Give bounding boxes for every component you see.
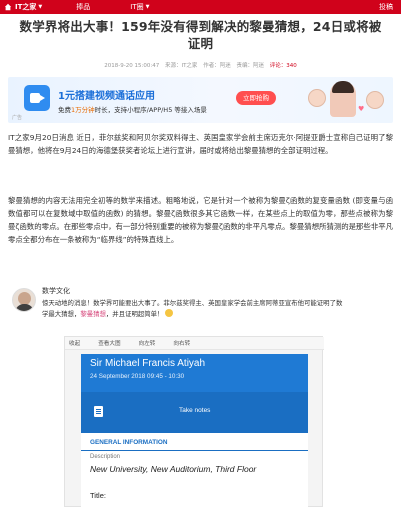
event-screenshot: 收起 查看大图 向左转 向右转 Sir Michael Francis Atiy… bbox=[64, 336, 324, 507]
emoji-icon bbox=[165, 308, 174, 317]
weibo-text: 惊天动地的消息！数学界可能要出大事了。菲尔兹奖得主、英国皇家学会前主席阿蒂亚宣布… bbox=[42, 298, 348, 319]
title-label: Title: bbox=[90, 491, 106, 500]
ad-title: 1元搭建视频通话应用 bbox=[58, 91, 155, 102]
collapse-button[interactable]: 收起 bbox=[69, 339, 80, 347]
ad-people-image: ♥ bbox=[308, 81, 393, 121]
publish-date: 2018-9-20 15:00:47 bbox=[104, 63, 160, 69]
ad-subtitle-highlight: 1万分钟 bbox=[71, 106, 95, 114]
site-name: IT之家 bbox=[15, 3, 37, 11]
submit-link[interactable]: 投稿 bbox=[379, 0, 393, 14]
image-toolbar: 收起 查看大图 向左转 向右转 bbox=[65, 337, 324, 350]
video-camera-icon bbox=[24, 85, 50, 111]
submit-label: 投稿 bbox=[379, 3, 393, 11]
embedded-weibo-post: 数学文化 惊天动地的消息！数学界可能要出大事了。菲尔兹奖得主、英国皇家学会前主席… bbox=[8, 280, 393, 507]
rotate-left-button[interactable]: 向左转 bbox=[139, 339, 156, 347]
home-icon bbox=[4, 3, 12, 11]
avatar bbox=[308, 89, 326, 107]
take-notes-bar[interactable]: Take notes bbox=[81, 392, 308, 433]
article-title: 数学界将出大事！159年没有得到解决的黎曼猜想，24日或将被证明 bbox=[19, 19, 382, 51]
nav-item-1[interactable]: IT圈 bbox=[130, 2, 143, 12]
rotate-right-button[interactable]: 向右转 bbox=[173, 339, 190, 347]
ad-tag: 广告 bbox=[12, 115, 23, 121]
article-paragraph-1: IT之家9月20日消息 近日，菲尔兹奖和阿贝尔奖双料得主、英国皇家学会前主席迈克… bbox=[8, 133, 393, 155]
notes-icon bbox=[94, 406, 103, 417]
article-author: 作者：阿迷 bbox=[203, 63, 231, 69]
section-heading: GENERAL INFORMATION bbox=[90, 439, 168, 446]
view-large-button[interactable]: 查看大图 bbox=[98, 339, 120, 347]
nav-item-0[interactable]: 捧品 bbox=[76, 2, 90, 12]
avatar bbox=[12, 288, 36, 312]
weibo-user-name: 数学文化 bbox=[42, 287, 70, 295]
comment-count[interactable]: 评论：340 bbox=[270, 63, 297, 69]
chevron-down-icon: ▼ bbox=[38, 4, 43, 10]
article-meta: 2018-9-20 15:00:47 来源：IT之家 作者：阿迷 责编：阿迷 评… bbox=[0, 61, 401, 69]
article-paragraph-2: 黎曼猜想的内容无法用完全初等的数学来描述。粗略地说，它是针对一个被称为黎曼ζ函数… bbox=[8, 196, 393, 244]
article-source: 来源：IT之家 bbox=[164, 63, 198, 69]
speaker-name: Sir Michael Francis Atiyah bbox=[90, 358, 206, 369]
avatar bbox=[366, 91, 384, 109]
chevron-down-icon: ▼ bbox=[145, 4, 150, 10]
site-logo[interactable]: IT之家 ▼ bbox=[0, 0, 46, 14]
event-time: 24 September 2018 09:45 - 10:30 bbox=[90, 373, 185, 380]
ad-subtitle-pre: 免费 bbox=[58, 106, 71, 114]
weibo-text-link[interactable]: 黎曼猜想 bbox=[80, 310, 106, 318]
weibo-text-post: ，并且证明超简单！ bbox=[105, 309, 164, 318]
avatar bbox=[330, 81, 356, 117]
description-label: Description bbox=[90, 454, 121, 460]
event-header: Sir Michael Francis Atiyah 24 September … bbox=[81, 354, 308, 433]
article-editor: 责编：阿迷 bbox=[236, 63, 264, 69]
top-nav-bar: IT之家 ▼ 捧品 IT圈 ▼ 投稿 bbox=[0, 0, 401, 14]
ad-banner[interactable]: 1元搭建视频通话应用 免费1万分钟时长，支持小程序/APP/H5 等接入场景 立… bbox=[8, 77, 393, 123]
ad-subtitle-post: 时长，支持小程序/APP/H5 等接入场景 bbox=[94, 106, 207, 114]
ad-subtitle: 免费1万分钟时长，支持小程序/APP/H5 等接入场景 bbox=[58, 104, 207, 114]
ad-buy-button[interactable]: 立即抢购 bbox=[236, 91, 276, 105]
general-info-card: GENERAL INFORMATION Description New Univ… bbox=[81, 433, 308, 507]
divider bbox=[81, 450, 308, 451]
description-value: New University, New Auditorium, Third Fl… bbox=[90, 464, 257, 474]
heart-icon: ♥ bbox=[358, 105, 365, 113]
take-notes-label: Take notes bbox=[179, 407, 211, 414]
